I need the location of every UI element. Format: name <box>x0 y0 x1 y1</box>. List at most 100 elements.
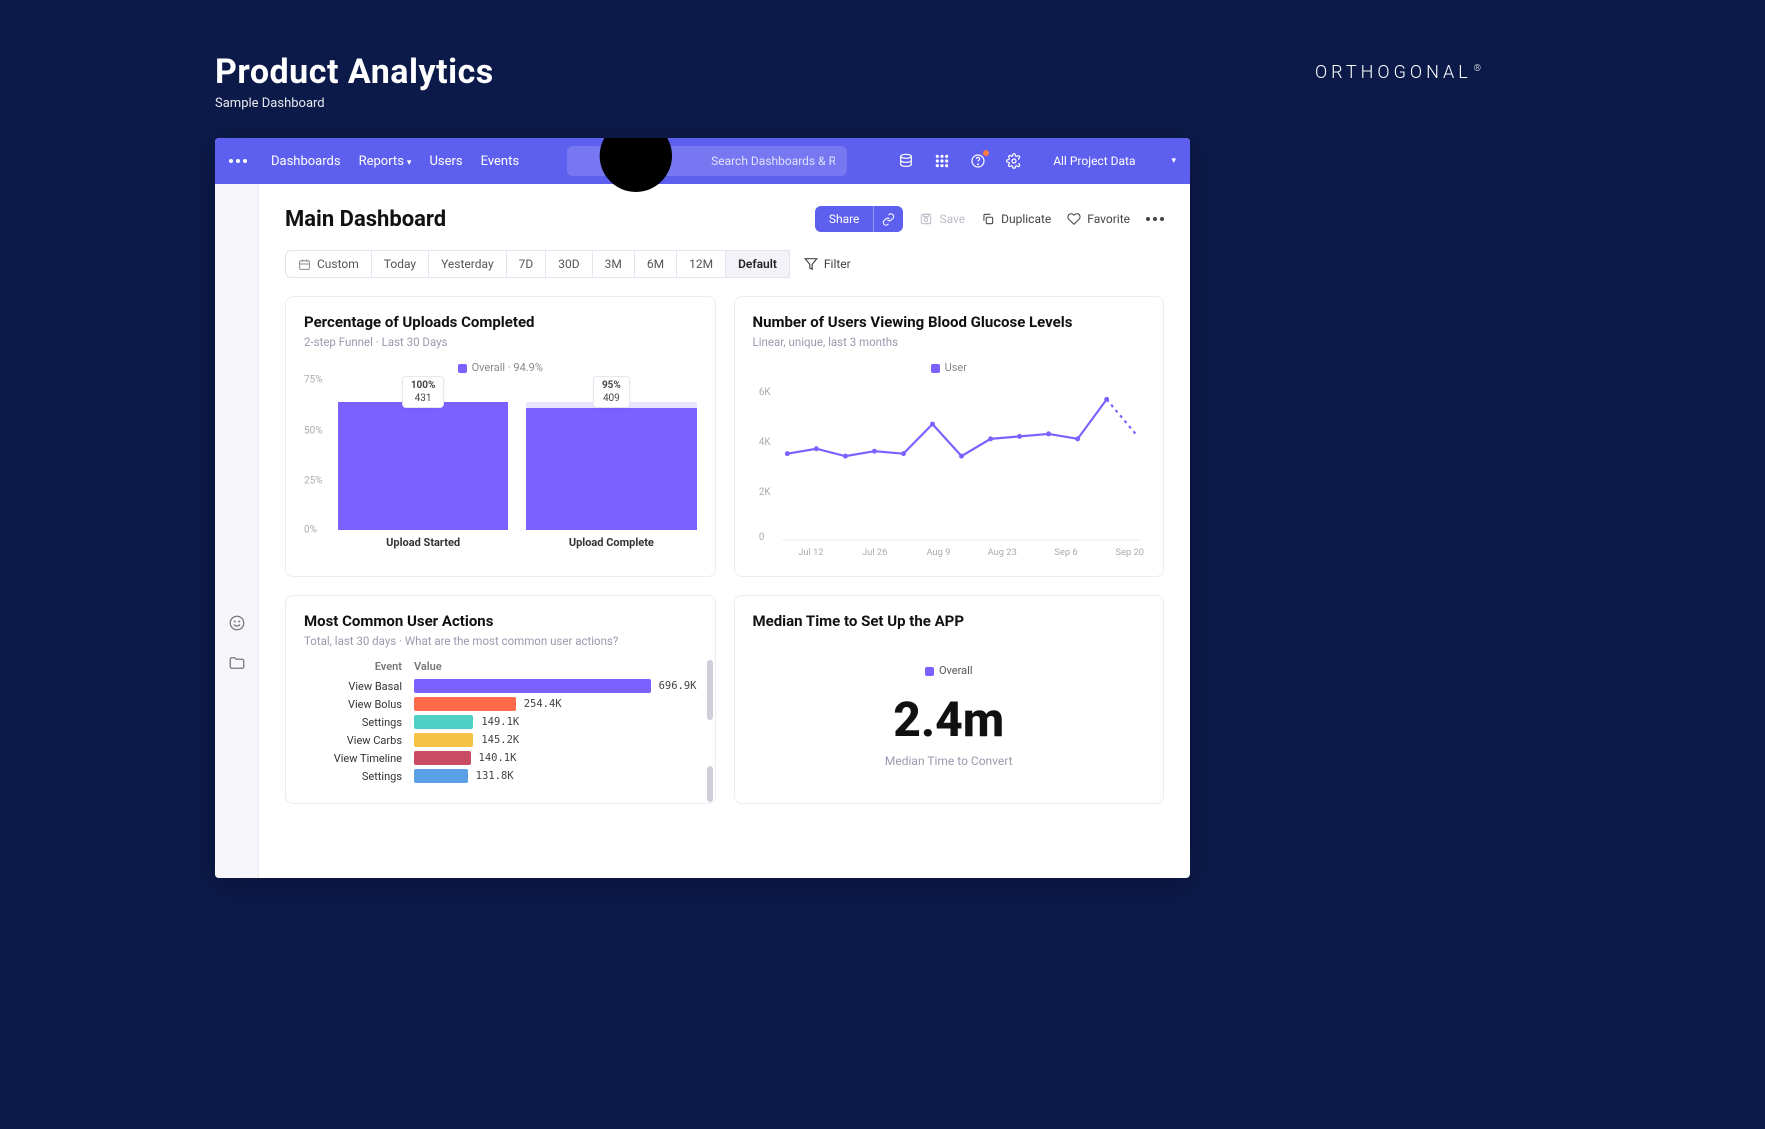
card-funnel: Percentage of Uploads Completed 2-step F… <box>285 296 716 577</box>
table-row: View Bolus 254.4K <box>304 697 697 711</box>
apps-grid-icon[interactable] <box>933 152 951 170</box>
seg-12m[interactable]: 12M <box>677 250 726 278</box>
row-value: 145.2K <box>481 734 519 746</box>
card-subtitle: 2-step Funnel · Last 30 Days <box>304 335 697 349</box>
favorite-button[interactable]: Favorite <box>1067 212 1130 226</box>
card-subtitle: Total, last 30 days · What are the most … <box>304 634 697 648</box>
line-legend: User <box>753 361 1146 374</box>
card-subtitle: Linear, unique, last 3 months <box>753 335 1146 349</box>
row-bar <box>414 769 468 783</box>
save-button[interactable]: Save <box>919 212 965 226</box>
funnel-legend: Overall · 94.9% <box>304 361 697 374</box>
median-caption: Median Time to Convert <box>753 754 1146 768</box>
bar-label: 95%409 <box>593 376 630 408</box>
share-link-button[interactable] <box>873 206 903 232</box>
row-label: View Timeline <box>304 752 414 765</box>
seg-7d[interactable]: 7D <box>507 250 547 278</box>
row-value: 140.1K <box>479 752 517 764</box>
table-row: View Basal 696.9K <box>304 679 697 693</box>
median-value: 2.4m <box>753 691 1146 748</box>
row-value: 696.9K <box>659 680 697 692</box>
card-title: Number of Users Viewing Blood Glucose Le… <box>753 313 1146 331</box>
svg-text:0: 0 <box>758 532 764 543</box>
scrollbar[interactable] <box>707 766 713 802</box>
line-chart: 6K 4K 2K 0 Jul 12Jul 26Aug 9Aug 23Sep 6S… <box>753 380 1146 560</box>
row-value: 131.8K <box>476 770 514 782</box>
card-title: Percentage of Uploads Completed <box>304 313 697 331</box>
seg-6m[interactable]: 6M <box>635 250 677 278</box>
card-median: Median Time to Set Up the APP Overall 2.… <box>734 595 1165 804</box>
card-line: Number of Users Viewing Blood Glucose Le… <box>734 296 1165 577</box>
funnel-bar: 100%431 <box>338 380 508 530</box>
col-value: Value <box>414 660 442 673</box>
seg-30d[interactable]: 30D <box>546 250 592 278</box>
filter-button[interactable]: Filter <box>804 257 851 271</box>
main-content: Main Dashboard Share Save Duplicate Favo… <box>259 184 1190 878</box>
svg-text:Jul 12: Jul 12 <box>798 547 823 558</box>
median-legend: Overall <box>753 664 1146 677</box>
row-value: 254.4K <box>524 698 562 710</box>
table-row: View Carbs 145.2K <box>304 733 697 747</box>
row-bar <box>414 697 516 711</box>
seg-default[interactable]: Default <box>726 250 790 278</box>
app-menu-icon[interactable] <box>229 159 253 163</box>
settings-icon[interactable] <box>1005 152 1023 170</box>
help-icon[interactable] <box>969 152 987 170</box>
search-input[interactable] <box>711 154 835 168</box>
nav-events[interactable]: Events <box>481 154 519 169</box>
seg-today[interactable]: Today <box>372 250 429 278</box>
emoji-icon[interactable] <box>228 614 246 632</box>
folder-icon[interactable] <box>228 654 246 672</box>
svg-text:Aug 23: Aug 23 <box>987 547 1016 558</box>
bar-x-label: Upload Started <box>338 536 508 549</box>
table-row: Settings 131.8K <box>304 769 697 783</box>
outer-title: Product Analytics <box>215 52 494 92</box>
svg-text:Sep 6: Sep 6 <box>1054 547 1077 558</box>
page-title: Main Dashboard <box>285 207 446 232</box>
scrollbar[interactable] <box>707 660 713 720</box>
svg-text:2K: 2K <box>758 487 770 498</box>
more-menu-icon[interactable] <box>1146 217 1164 221</box>
date-range-bar: Custom Today Yesterday 7D 30D 3M 6M 12M … <box>285 250 1164 278</box>
notification-badge <box>983 150 989 156</box>
brand-logo: ORTHOGONAL® <box>1315 62 1485 83</box>
row-label: View Bolus <box>304 698 414 711</box>
outer-subtitle: Sample Dashboard <box>215 96 494 111</box>
top-nav: Dashboards Reports▾ Users Events All Pro… <box>215 138 1190 184</box>
side-rail <box>215 184 259 878</box>
funnel-chart: 75% 50% 25% 0% 100%431 95%409 <box>304 380 697 530</box>
search-bar[interactable] <box>567 146 847 176</box>
nav-users[interactable]: Users <box>429 154 462 169</box>
duplicate-button[interactable]: Duplicate <box>981 212 1051 226</box>
svg-text:6K: 6K <box>758 387 770 398</box>
row-bar <box>414 751 471 765</box>
row-bar <box>414 715 473 729</box>
row-bar <box>414 679 651 693</box>
svg-text:Sep 20: Sep 20 <box>1115 547 1143 558</box>
row-label: View Basal <box>304 680 414 693</box>
bar-x-label: Upload Complete <box>526 536 696 549</box>
table-row: View Timeline 140.1K <box>304 751 697 765</box>
svg-text:4K: 4K <box>758 437 770 448</box>
share-button[interactable]: Share <box>815 206 874 232</box>
row-bar <box>414 733 473 747</box>
app-window: Dashboards Reports▾ Users Events All Pro… <box>215 138 1190 878</box>
row-label: Settings <box>304 716 414 729</box>
seg-custom[interactable]: Custom <box>285 250 372 278</box>
seg-yesterday[interactable]: Yesterday <box>429 250 507 278</box>
card-actions: Most Common User Actions Total, last 30 … <box>285 595 716 804</box>
nav-reports[interactable]: Reports▾ <box>359 154 412 169</box>
card-title: Most Common User Actions <box>304 612 697 630</box>
row-label: Settings <box>304 770 414 783</box>
nav-dashboards[interactable]: Dashboards <box>271 154 341 169</box>
col-event: Event <box>304 660 414 673</box>
table-row: Settings 149.1K <box>304 715 697 729</box>
svg-text:Aug 9: Aug 9 <box>926 547 950 558</box>
database-icon[interactable] <box>897 152 915 170</box>
row-value: 149.1K <box>481 716 519 728</box>
card-title: Median Time to Set Up the APP <box>753 612 1146 630</box>
seg-3m[interactable]: 3M <box>593 250 635 278</box>
project-selector[interactable]: All Project Data▾ <box>1053 154 1176 168</box>
row-label: View Carbs <box>304 734 414 747</box>
bar-label: 100%431 <box>402 376 445 408</box>
